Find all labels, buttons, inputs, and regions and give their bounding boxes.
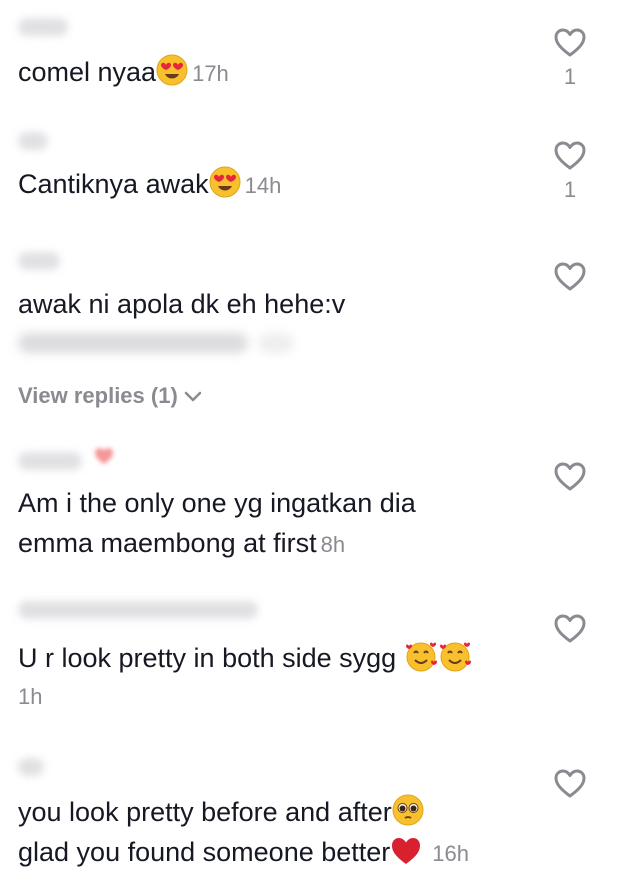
comment-time: 16h: [432, 841, 469, 866]
view-replies-label: View replies (1): [18, 383, 178, 408]
comment-time: 1h: [18, 684, 43, 709]
comment-text-line: Am i the only one yg ingatkan dia: [18, 488, 416, 518]
like-count: 1: [563, 177, 577, 202]
like-count: 1: [563, 64, 577, 89]
heart-outline-icon: [554, 769, 586, 798]
smiling-face-with-hearts-emoji-icon: [404, 640, 438, 683]
heart-badge-icon: [95, 448, 113, 464]
like-button[interactable]: [553, 461, 587, 493]
comment-body: emma maembong at first: [18, 528, 317, 558]
heart-eyes-emoji-icon: [209, 166, 241, 209]
comment-text: U r look pretty in both side sygg: [18, 638, 472, 683]
heart-outline-icon: [554, 614, 586, 643]
comment-body: Cantiknya awak: [18, 169, 209, 199]
like-button[interactable]: [553, 261, 587, 293]
chevron-down-icon: [184, 383, 202, 409]
comment-time: 14h: [244, 173, 282, 198]
view-replies-button[interactable]: View replies (1): [18, 383, 202, 409]
heart-outline-icon: [554, 262, 586, 291]
comment-body: comel nyaa: [18, 57, 157, 87]
comment-body: U r look pretty in both side sygg: [18, 643, 397, 673]
heart-outline-icon: [554, 28, 586, 57]
comment-text: comel nyaa 17h: [18, 52, 229, 97]
comment-time: 17h: [192, 61, 229, 86]
comment-text: awak ni apola dk eh hehe:v: [18, 289, 346, 319]
username-blurred[interactable]: [18, 601, 258, 619]
blurred-translation-text: [258, 333, 294, 353]
username-blurred[interactable]: [18, 252, 60, 270]
comment-text: glad you found someone better 16h: [18, 832, 469, 877]
heart-outline-icon: [554, 141, 586, 170]
like-button[interactable]: [553, 768, 587, 800]
comment-body: glad you found someone better: [18, 837, 391, 867]
smiling-face-with-hearts-emoji-icon: [438, 640, 472, 683]
like-button[interactable]: [553, 613, 587, 645]
comment-text: emma maembong at first 8h: [18, 523, 345, 565]
heart-outline-icon: [554, 462, 586, 491]
blurred-translation-text: [18, 333, 248, 353]
comment-text: you look pretty before and after: [18, 792, 424, 837]
username-blurred[interactable]: [18, 18, 68, 36]
comment-text: Cantiknya awak 14h: [18, 164, 281, 209]
username-blurred[interactable]: [18, 758, 44, 776]
username-blurred[interactable]: [18, 452, 82, 470]
red-heart-emoji-icon: [390, 836, 422, 877]
pleading-face-emoji-icon: [392, 794, 424, 837]
like-button[interactable]: [553, 140, 587, 172]
heart-eyes-emoji-icon: [156, 54, 188, 97]
comment-body: you look pretty before and after: [18, 797, 392, 827]
like-button[interactable]: [553, 27, 587, 59]
username-blurred[interactable]: [18, 132, 48, 150]
comment-time: 8h: [320, 532, 346, 557]
